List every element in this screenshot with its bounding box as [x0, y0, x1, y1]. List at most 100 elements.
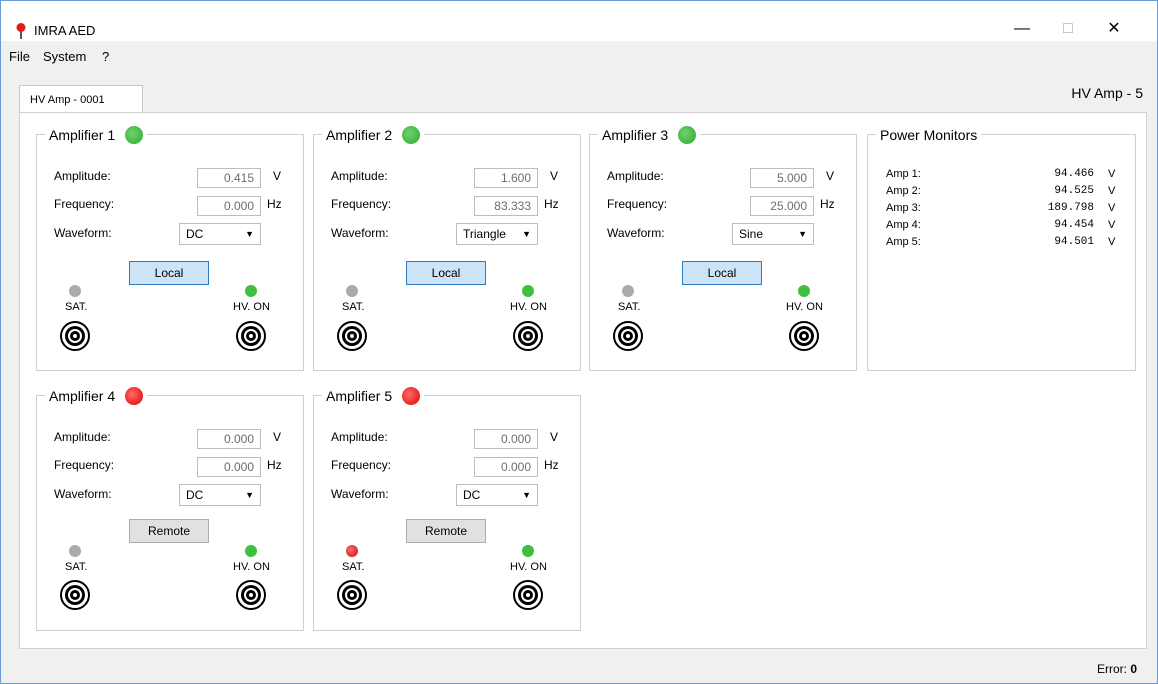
frequency-input[interactable]: 0.000	[197, 196, 261, 216]
amplitude-unit: V	[273, 430, 282, 444]
waveform-value: Triangle	[463, 227, 506, 241]
status-led-icon	[678, 126, 697, 144]
sat-led-icon	[69, 545, 81, 557]
amplifier-title: Amplifier 4	[45, 385, 148, 407]
status-led-icon	[125, 387, 144, 405]
bnc-connector-icon	[60, 580, 90, 610]
amplifier-title: Amplifier 5	[322, 385, 425, 407]
amplitude-label: Amplitude:	[607, 169, 664, 183]
monitor-label: Amp 1:	[886, 168, 921, 180]
amplitude-unit: V	[826, 169, 835, 183]
amplitude-unit: V	[550, 430, 559, 444]
amplitude-unit: V	[273, 169, 282, 183]
status-bar: Error: 0	[1097, 662, 1137, 676]
waveform-select[interactable]: Sine ▼	[732, 223, 814, 245]
local-button[interactable]: Local	[129, 261, 209, 285]
menu-help[interactable]: ?	[102, 49, 109, 64]
amplitude-input[interactable]: 0.415	[197, 168, 261, 188]
amplitude-label: Amplitude:	[331, 169, 388, 183]
amplifier-title: Amplifier 3	[598, 124, 701, 146]
hv-on-label: HV. ON	[233, 561, 270, 573]
waveform-select[interactable]: DC ▼	[456, 484, 538, 506]
sat-led-icon	[346, 285, 358, 297]
monitor-label: Amp 3:	[886, 202, 921, 214]
amplifier-3-panel: Amplifier 3 Amplitude: 5.000 V Frequency…	[589, 124, 857, 371]
status-led-icon	[125, 126, 144, 144]
frequency-label: Frequency:	[331, 458, 392, 472]
device-title: HV Amp - 5	[1071, 85, 1143, 101]
amplifier-4-title: Amplifier 4	[49, 388, 116, 404]
monitor-value: 189.798	[1047, 202, 1094, 214]
chevron-down-icon: ▼	[522, 490, 531, 500]
hv-on-led-icon	[522, 285, 534, 297]
sat-led-icon	[622, 285, 634, 297]
amplifier-1-title: Amplifier 1	[49, 127, 116, 143]
frequency-label: Frequency:	[54, 458, 115, 472]
amplifier-title: Amplifier 2	[322, 124, 425, 146]
amplitude-input[interactable]: 0.000	[474, 429, 538, 449]
sat-label: SAT.	[65, 561, 88, 573]
amplifier-1-panel: Amplifier 1 Amplitude: 0.415 V Frequency…	[36, 124, 304, 371]
waveform-label: Waveform:	[54, 226, 112, 240]
sat-label: SAT.	[342, 561, 365, 573]
amplitude-input[interactable]: 1.600	[474, 168, 538, 188]
bnc-connector-icon	[337, 580, 367, 610]
bnc-connector-icon	[513, 321, 543, 351]
monitor-unit: V	[1108, 185, 1116, 197]
sat-led-icon	[69, 285, 81, 297]
amplitude-input[interactable]: 0.000	[197, 429, 261, 449]
waveform-select[interactable]: DC ▼	[179, 223, 261, 245]
title-bar[interactable]: IMRA AED — □ ✕	[1, 1, 1157, 41]
amplitude-label: Amplitude:	[331, 430, 388, 444]
amplitude-label: Amplitude:	[54, 430, 111, 444]
menu-file[interactable]: File	[9, 49, 30, 64]
waveform-select[interactable]: Triangle ▼	[456, 223, 538, 245]
frequency-input[interactable]: 83.333	[474, 196, 538, 216]
tab-content: Amplifier 1 Amplitude: 0.415 V Frequency…	[19, 112, 1147, 649]
remote-button[interactable]: Remote	[406, 519, 486, 543]
local-button[interactable]: Local	[406, 261, 486, 285]
hv-on-led-icon	[798, 285, 810, 297]
minimize-button[interactable]: —	[999, 15, 1045, 43]
amplitude-input[interactable]: 5.000	[750, 168, 814, 188]
chevron-down-icon: ▼	[798, 229, 807, 239]
chevron-down-icon: ▼	[245, 490, 254, 500]
chevron-down-icon: ▼	[522, 229, 531, 239]
hv-on-led-icon	[245, 545, 257, 557]
maximize-button[interactable]: □	[1045, 15, 1091, 43]
frequency-label: Frequency:	[331, 197, 392, 211]
local-button[interactable]: Local	[682, 261, 762, 285]
amplifier-5-title: Amplifier 5	[326, 388, 393, 404]
power-monitors-panel: Power Monitors Amp 1: 94.466 V Amp 2: 94…	[867, 124, 1136, 371]
remote-button[interactable]: Remote	[129, 519, 209, 543]
hv-on-led-icon	[245, 285, 257, 297]
waveform-label: Waveform:	[331, 226, 389, 240]
chevron-down-icon: ▼	[245, 229, 254, 239]
monitor-value: 94.466	[1054, 168, 1094, 180]
monitor-label: Amp 2:	[886, 185, 921, 197]
hv-on-label: HV. ON	[510, 561, 547, 573]
amplitude-label: Amplitude:	[54, 169, 111, 183]
power-monitors-title-text: Power Monitors	[880, 127, 978, 143]
waveform-label: Waveform:	[54, 487, 112, 501]
amplitude-unit: V	[550, 169, 559, 183]
sat-label: SAT.	[618, 301, 641, 313]
monitor-value: 94.501	[1054, 236, 1094, 248]
close-button[interactable]: ✕	[1091, 15, 1137, 43]
frequency-unit: Hz	[267, 197, 282, 211]
sat-led-icon	[346, 545, 358, 557]
bnc-connector-icon	[613, 321, 643, 351]
hv-on-label: HV. ON	[233, 301, 270, 313]
monitor-value: 94.525	[1054, 185, 1094, 197]
frequency-input[interactable]: 0.000	[474, 457, 538, 477]
menu-system[interactable]: System	[43, 49, 86, 64]
waveform-select[interactable]: DC ▼	[179, 484, 261, 506]
waveform-label: Waveform:	[607, 226, 665, 240]
frequency-input[interactable]: 0.000	[197, 457, 261, 477]
amplifier-4-panel: Amplifier 4 Amplitude: 0.000 V Frequency…	[36, 385, 304, 631]
tab-hv-amp-0001[interactable]: HV Amp - 0001	[19, 85, 143, 112]
amplifier-3-title: Amplifier 3	[602, 127, 669, 143]
frequency-unit: Hz	[267, 458, 282, 472]
amplifier-5-panel: Amplifier 5 Amplitude: 0.000 V Frequency…	[313, 385, 581, 631]
frequency-input[interactable]: 25.000	[750, 196, 814, 216]
